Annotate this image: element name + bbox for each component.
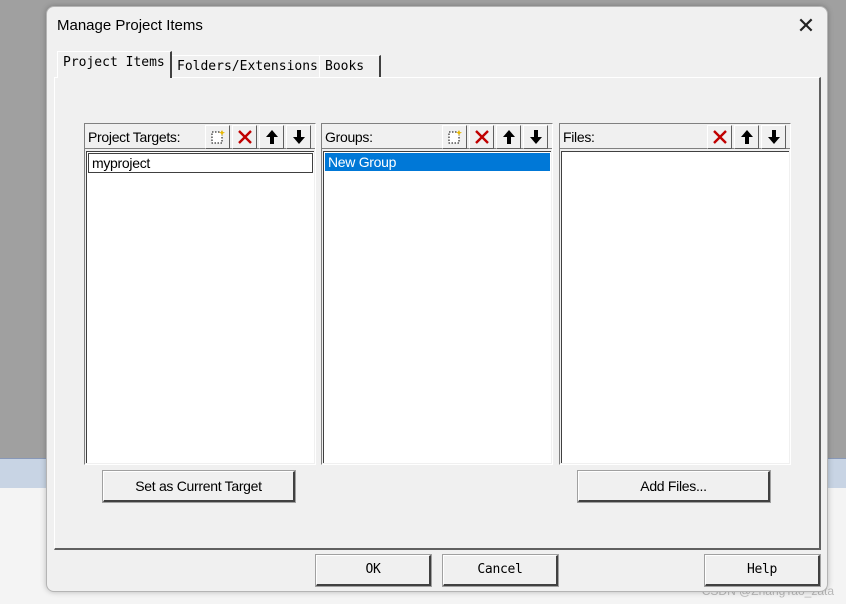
arrow-up-icon (740, 130, 753, 144)
arrow-up-icon (265, 130, 278, 144)
new-item-icon (448, 130, 462, 144)
move-target-up-button[interactable] (259, 125, 284, 149)
new-group-button[interactable] (442, 125, 467, 149)
groups-panel: Groups: New Group (321, 123, 553, 465)
list-item[interactable]: myproject (88, 153, 313, 173)
new-item-icon (211, 130, 225, 144)
dialog-title: Manage Project Items (57, 17, 203, 34)
title-bar: Manage Project Items ✕ (47, 7, 827, 45)
delete-group-button[interactable] (469, 125, 494, 149)
groups-header: Groups: (322, 124, 552, 149)
groups-list[interactable]: New Group (323, 151, 551, 463)
move-group-down-button[interactable] (523, 125, 548, 149)
cancel-button[interactable]: Cancel (442, 554, 559, 587)
delete-icon (712, 130, 727, 144)
project-targets-list[interactable]: myproject (86, 151, 314, 463)
project-targets-label: Project Targets: (88, 129, 181, 145)
manage-project-items-dialog: Manage Project Items ✕ Project Items Fol… (46, 6, 828, 592)
tab-books[interactable]: Books (319, 55, 381, 78)
new-target-button[interactable] (205, 125, 230, 149)
tab-project-items[interactable]: Project Items (57, 51, 172, 78)
ok-button[interactable]: OK (315, 554, 432, 587)
arrow-down-icon (767, 130, 780, 144)
arrow-down-icon (292, 130, 305, 144)
set-current-target-button[interactable]: Set as Current Target (102, 470, 296, 503)
tab-folders-extensions[interactable]: Folders/Extensions (171, 55, 325, 78)
files-header: Files: (560, 124, 790, 149)
files-label: Files: (563, 129, 595, 145)
project-targets-header: Project Targets: (85, 124, 315, 149)
arrow-up-icon (502, 130, 515, 144)
delete-target-button[interactable] (232, 125, 257, 149)
move-file-down-button[interactable] (761, 125, 786, 149)
groups-label: Groups: (325, 129, 373, 145)
files-list[interactable] (561, 151, 789, 463)
project-targets-panel: Project Targets: myproject (84, 123, 316, 465)
delete-icon (237, 130, 252, 144)
delete-file-button[interactable] (707, 125, 732, 149)
move-group-up-button[interactable] (496, 125, 521, 149)
delete-icon (474, 130, 489, 144)
move-file-up-button[interactable] (734, 125, 759, 149)
list-item[interactable]: New Group (325, 153, 550, 171)
move-target-down-button[interactable] (286, 125, 311, 149)
close-icon[interactable]: ✕ (793, 13, 819, 39)
arrow-down-icon (529, 130, 542, 144)
help-button[interactable]: Help (704, 554, 821, 587)
files-panel: Files: (559, 123, 791, 465)
add-files-button[interactable]: Add Files... (577, 470, 771, 503)
